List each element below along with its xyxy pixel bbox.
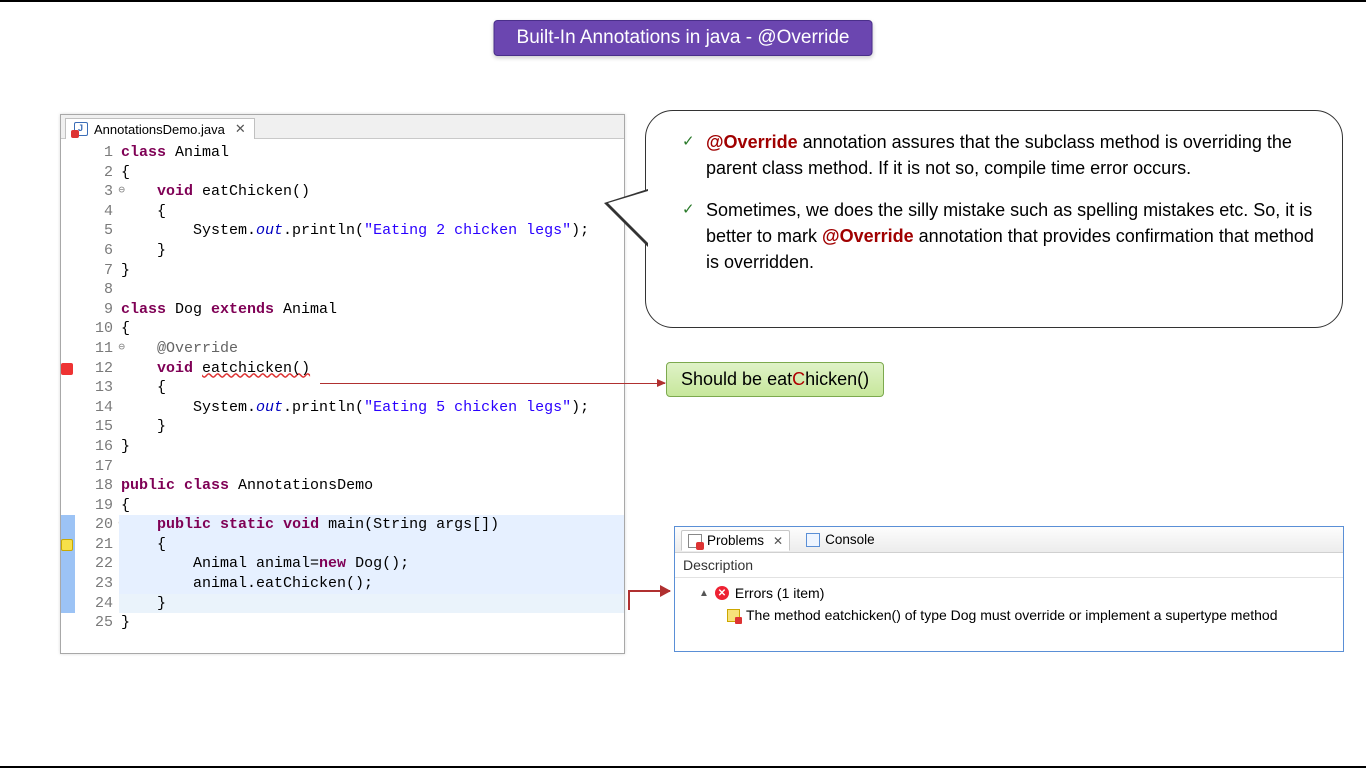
- problems-column-header[interactable]: Description: [675, 553, 1343, 578]
- line-number: 8: [79, 280, 113, 300]
- code-text-area[interactable]: class Animal{ void eatChicken() { System…: [119, 143, 624, 633]
- code-line[interactable]: System.out.println("Eating 5 chicken leg…: [119, 398, 624, 418]
- problems-tree: ▲ ✕ Errors (1 item) The method eatchicke…: [675, 578, 1343, 630]
- line-number: 25: [79, 613, 113, 633]
- code-line[interactable]: {: [119, 202, 624, 222]
- tab-problems[interactable]: Problems ✕: [681, 530, 790, 551]
- line-number: 20: [79, 515, 113, 535]
- code-line[interactable]: void eatchicken(): [119, 359, 624, 379]
- error-icon: ✕: [715, 586, 729, 600]
- line-number: 15: [79, 417, 113, 437]
- code-line[interactable]: @Override: [119, 339, 624, 359]
- line-number: 10: [79, 319, 113, 339]
- line-number: 1: [79, 143, 113, 163]
- error-item-icon: [727, 609, 740, 622]
- code-line[interactable]: animal.eatChicken();: [119, 574, 624, 594]
- error-group-label: Errors (1 item): [735, 585, 824, 601]
- tab-console-label: Console: [825, 532, 875, 547]
- line-number: 22: [79, 554, 113, 574]
- line-number: 3: [79, 182, 113, 202]
- line-number: 5: [79, 221, 113, 241]
- code-line[interactable]: {: [119, 378, 624, 398]
- code-line[interactable]: public static void main(String args[]): [119, 515, 624, 535]
- code-editor-pane: AnnotationsDemo.java ✕ 12345678910111213…: [60, 114, 625, 654]
- console-icon: [806, 533, 820, 547]
- code-line[interactable]: class Dog extends Animal: [119, 300, 624, 320]
- tab-console[interactable]: Console: [800, 530, 881, 549]
- warning-marker-icon: [61, 539, 73, 551]
- code-line[interactable]: {: [119, 319, 624, 339]
- line-number: 17: [79, 457, 113, 477]
- slide-title: Built-In Annotations in java - @Override: [494, 20, 873, 56]
- code-line[interactable]: }: [119, 241, 624, 261]
- line-number: 13: [79, 378, 113, 398]
- explanation-callout: @Override annotation assures that the su…: [645, 110, 1343, 328]
- code-line[interactable]: }: [119, 594, 624, 614]
- line-number: 2: [79, 163, 113, 183]
- editor-tab-label: AnnotationsDemo.java: [94, 122, 225, 137]
- line-number: 11: [79, 339, 113, 359]
- code-line[interactable]: {: [119, 163, 624, 183]
- code-line[interactable]: void eatChicken(): [119, 182, 624, 202]
- code-line[interactable]: class Animal: [119, 143, 624, 163]
- code-line[interactable]: {: [119, 496, 624, 516]
- close-icon[interactable]: ✕: [235, 121, 246, 137]
- code-line[interactable]: Animal animal=new Dog();: [119, 554, 624, 574]
- code-line[interactable]: System.out.println("Eating 2 chicken leg…: [119, 221, 624, 241]
- code-line[interactable]: public class AnnotationsDemo: [119, 476, 624, 496]
- close-icon[interactable]: ✕: [773, 534, 783, 548]
- line-number: 9: [79, 300, 113, 320]
- problems-arrow: [628, 590, 670, 592]
- code-line[interactable]: [119, 280, 624, 300]
- code-line[interactable]: }: [119, 261, 624, 281]
- code-body[interactable]: 1234567891011121314151617181920212223242…: [61, 139, 624, 633]
- line-number-gutter: 1234567891011121314151617181920212223242…: [79, 143, 119, 633]
- code-line[interactable]: }: [119, 613, 624, 633]
- line-number: 6: [79, 241, 113, 261]
- code-line[interactable]: }: [119, 437, 624, 457]
- error-marker-icon: [61, 363, 73, 375]
- problems-tabbar: Problems ✕ Console: [675, 527, 1343, 553]
- callout-tail-fill: [608, 191, 648, 243]
- tab-problems-label: Problems: [707, 533, 764, 548]
- correction-hint: Should be eatChicken(): [666, 362, 884, 397]
- java-file-error-icon: [74, 122, 88, 136]
- editor-tab-file[interactable]: AnnotationsDemo.java ✕: [65, 118, 255, 139]
- error-item-row[interactable]: The method eatchicken() of type Dog must…: [681, 604, 1337, 626]
- code-line[interactable]: }: [119, 417, 624, 437]
- marker-column: [61, 143, 79, 633]
- line-number: 21: [79, 535, 113, 555]
- line-number: 7: [79, 261, 113, 281]
- error-item-text: The method eatchicken() of type Dog must…: [746, 607, 1277, 623]
- callout-point-2: Sometimes, we does the silly mistake suc…: [686, 197, 1314, 275]
- expand-icon[interactable]: ▲: [699, 588, 709, 599]
- line-number: 12: [79, 359, 113, 379]
- line-number: 4: [79, 202, 113, 222]
- line-number: 19: [79, 496, 113, 516]
- error-group-row[interactable]: ▲ ✕ Errors (1 item): [681, 582, 1337, 604]
- callout-point-1: @Override annotation assures that the su…: [686, 129, 1314, 181]
- line-number: 23: [79, 574, 113, 594]
- line-number: 14: [79, 398, 113, 418]
- problems-view: Problems ✕ Console Description ▲ ✕ Error…: [674, 526, 1344, 652]
- hint-arrow: [320, 383, 665, 384]
- code-line[interactable]: [119, 457, 624, 477]
- line-number: 16: [79, 437, 113, 457]
- problems-icon: [688, 534, 702, 548]
- editor-tabbar: AnnotationsDemo.java ✕: [61, 115, 624, 139]
- line-number: 18: [79, 476, 113, 496]
- line-number: 24: [79, 594, 113, 614]
- code-line[interactable]: {: [119, 535, 624, 555]
